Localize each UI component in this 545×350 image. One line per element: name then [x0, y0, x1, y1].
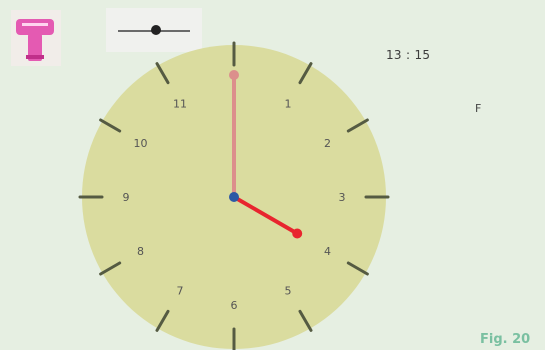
figure-label: Fig. 20 — [480, 332, 531, 347]
minute-hand-handle[interactable] — [229, 70, 239, 80]
clock-numeral: 2 — [324, 137, 331, 150]
clock-numeral: 5 — [285, 285, 292, 298]
digital-time-readout: 13 : 15 — [386, 48, 431, 62]
clock-numeral: 6 — [231, 299, 238, 312]
unit-label: F — [475, 102, 482, 115]
clock-numeral: 10 — [133, 137, 147, 150]
clock-numeral: 8 — [137, 245, 144, 258]
clock-numeral: 9 — [123, 191, 130, 204]
hour-hand-handle[interactable] — [292, 228, 303, 239]
analog-clock[interactable]: 1 2 3 4 5 6 7 8 9 10 11 — [0, 0, 545, 350]
clock-numeral: 7 — [177, 285, 184, 298]
clock-numeral: 4 — [324, 245, 331, 258]
clock-numeral: 1 — [285, 97, 292, 110]
clock-center-pin — [229, 192, 239, 202]
clock-numeral: 11 — [173, 97, 187, 110]
clock-numeral: 3 — [339, 191, 346, 204]
